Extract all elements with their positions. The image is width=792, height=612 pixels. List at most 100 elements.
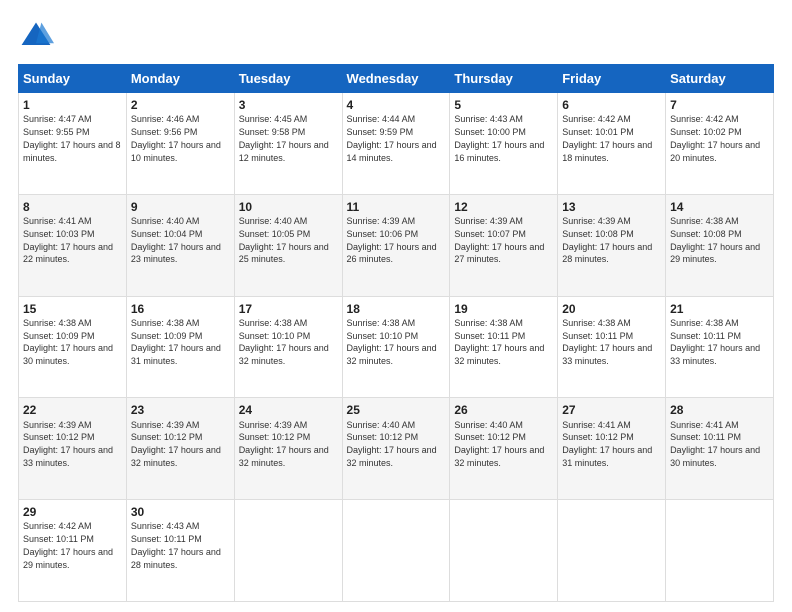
day-number: 29	[23, 504, 122, 520]
day-detail: Sunrise: 4:39 AM Sunset: 10:12 PM Daylig…	[131, 420, 221, 468]
day-number: 1	[23, 97, 122, 113]
calendar-cell: 21Sunrise: 4:38 AM Sunset: 10:11 PM Dayl…	[666, 296, 774, 398]
day-detail: Sunrise: 4:40 AM Sunset: 10:12 PM Daylig…	[347, 420, 437, 468]
day-detail: Sunrise: 4:39 AM Sunset: 10:07 PM Daylig…	[454, 216, 544, 264]
calendar-header-wednesday: Wednesday	[342, 65, 450, 93]
calendar-cell: 16Sunrise: 4:38 AM Sunset: 10:09 PM Dayl…	[126, 296, 234, 398]
calendar-header-saturday: Saturday	[666, 65, 774, 93]
day-detail: Sunrise: 4:38 AM Sunset: 10:11 PM Daylig…	[670, 318, 760, 366]
calendar-cell: 3Sunrise: 4:45 AM Sunset: 9:58 PM Daylig…	[234, 93, 342, 195]
day-detail: Sunrise: 4:38 AM Sunset: 10:10 PM Daylig…	[239, 318, 329, 366]
calendar-cell	[342, 500, 450, 602]
day-number: 21	[670, 301, 769, 317]
day-detail: Sunrise: 4:38 AM Sunset: 10:09 PM Daylig…	[131, 318, 221, 366]
calendar-week-row-1: 8Sunrise: 4:41 AM Sunset: 10:03 PM Dayli…	[19, 194, 774, 296]
day-detail: Sunrise: 4:43 AM Sunset: 10:11 PM Daylig…	[131, 521, 221, 569]
calendar-cell: 25 Sunrise: 4:40 AM Sunset: 10:12 PM Dayl…	[342, 398, 450, 500]
calendar-header-tuesday: Tuesday	[234, 65, 342, 93]
day-detail: Sunrise: 4:42 AM Sunset: 10:01 PM Daylig…	[562, 114, 652, 162]
day-number: 9	[131, 199, 230, 215]
day-number: 25	[347, 402, 446, 418]
logo-icon	[18, 18, 54, 54]
day-number: 12	[454, 199, 553, 215]
header	[18, 18, 774, 54]
calendar-cell: 5Sunrise: 4:43 AM Sunset: 10:00 PM Dayli…	[450, 93, 558, 195]
day-number: 22	[23, 402, 122, 418]
calendar-cell: 23 Sunrise: 4:39 AM Sunset: 10:12 PM Dayl…	[126, 398, 234, 500]
day-number: 14	[670, 199, 769, 215]
day-number: 3	[239, 97, 338, 113]
day-detail: Sunrise: 4:39 AM Sunset: 10:08 PM Daylig…	[562, 216, 652, 264]
day-number: 8	[23, 199, 122, 215]
calendar-cell: 8Sunrise: 4:41 AM Sunset: 10:03 PM Dayli…	[19, 194, 127, 296]
calendar-cell: 30Sunrise: 4:43 AM Sunset: 10:11 PM Dayl…	[126, 500, 234, 602]
day-number: 23	[131, 402, 230, 418]
day-number: 17	[239, 301, 338, 317]
calendar-cell: 18Sunrise: 4:38 AM Sunset: 10:10 PM Dayl…	[342, 296, 450, 398]
calendar-cell: 1Sunrise: 4:47 AM Sunset: 9:55 PM Daylig…	[19, 93, 127, 195]
day-detail: Sunrise: 4:38 AM Sunset: 10:10 PM Daylig…	[347, 318, 437, 366]
calendar-cell: 9Sunrise: 4:40 AM Sunset: 10:04 PM Dayli…	[126, 194, 234, 296]
day-detail: Sunrise: 4:41 AM Sunset: 10:12 PM Daylig…	[562, 420, 652, 468]
day-number: 11	[347, 199, 446, 215]
calendar-cell: 27 Sunrise: 4:41 AM Sunset: 10:12 PM Dayl…	[558, 398, 666, 500]
day-number: 28	[670, 402, 769, 418]
calendar-cell	[558, 500, 666, 602]
calendar-week-row-4: 29Sunrise: 4:42 AM Sunset: 10:11 PM Dayl…	[19, 500, 774, 602]
calendar-week-row-3: 22 Sunrise: 4:39 AM Sunset: 10:12 PM Dayl…	[19, 398, 774, 500]
calendar-cell: 14Sunrise: 4:38 AM Sunset: 10:08 PM Dayl…	[666, 194, 774, 296]
day-detail: Sunrise: 4:44 AM Sunset: 9:59 PM Dayligh…	[347, 114, 437, 162]
day-detail: Sunrise: 4:46 AM Sunset: 9:56 PM Dayligh…	[131, 114, 221, 162]
calendar-cell: 6Sunrise: 4:42 AM Sunset: 10:01 PM Dayli…	[558, 93, 666, 195]
day-number: 10	[239, 199, 338, 215]
day-number: 30	[131, 504, 230, 520]
day-detail: Sunrise: 4:42 AM Sunset: 10:02 PM Daylig…	[670, 114, 760, 162]
day-number: 2	[131, 97, 230, 113]
calendar-cell: 19Sunrise: 4:38 AM Sunset: 10:11 PM Dayl…	[450, 296, 558, 398]
day-number: 24	[239, 402, 338, 418]
calendar-cell	[234, 500, 342, 602]
day-number: 15	[23, 301, 122, 317]
day-detail: Sunrise: 4:39 AM Sunset: 10:06 PM Daylig…	[347, 216, 437, 264]
calendar-header-sunday: Sunday	[19, 65, 127, 93]
day-number: 18	[347, 301, 446, 317]
calendar-cell: 2Sunrise: 4:46 AM Sunset: 9:56 PM Daylig…	[126, 93, 234, 195]
calendar-cell	[666, 500, 774, 602]
calendar-cell: 29Sunrise: 4:42 AM Sunset: 10:11 PM Dayl…	[19, 500, 127, 602]
day-detail: Sunrise: 4:41 AM Sunset: 10:11 PM Daylig…	[670, 420, 760, 468]
calendar-header-monday: Monday	[126, 65, 234, 93]
calendar-cell	[450, 500, 558, 602]
day-detail: Sunrise: 4:38 AM Sunset: 10:11 PM Daylig…	[454, 318, 544, 366]
calendar-cell: 22Sunrise: 4:39 AM Sunset: 10:12 PM Dayl…	[19, 398, 127, 500]
day-detail: Sunrise: 4:40 AM Sunset: 10:04 PM Daylig…	[131, 216, 221, 264]
calendar-week-row-0: 1Sunrise: 4:47 AM Sunset: 9:55 PM Daylig…	[19, 93, 774, 195]
day-number: 20	[562, 301, 661, 317]
day-number: 7	[670, 97, 769, 113]
day-number: 5	[454, 97, 553, 113]
day-detail: Sunrise: 4:47 AM Sunset: 9:55 PM Dayligh…	[23, 114, 121, 162]
day-number: 19	[454, 301, 553, 317]
day-number: 6	[562, 97, 661, 113]
day-number: 16	[131, 301, 230, 317]
calendar-cell: 20Sunrise: 4:38 AM Sunset: 10:11 PM Dayl…	[558, 296, 666, 398]
calendar-cell: 17Sunrise: 4:38 AM Sunset: 10:10 PM Dayl…	[234, 296, 342, 398]
calendar-cell: 7Sunrise: 4:42 AM Sunset: 10:02 PM Dayli…	[666, 93, 774, 195]
day-detail: Sunrise: 4:38 AM Sunset: 10:11 PM Daylig…	[562, 318, 652, 366]
calendar-week-row-2: 15Sunrise: 4:38 AM Sunset: 10:09 PM Dayl…	[19, 296, 774, 398]
day-number: 27	[562, 402, 661, 418]
day-detail: Sunrise: 4:42 AM Sunset: 10:11 PM Daylig…	[23, 521, 113, 569]
day-detail: Sunrise: 4:38 AM Sunset: 10:08 PM Daylig…	[670, 216, 760, 264]
day-detail: Sunrise: 4:43 AM Sunset: 10:00 PM Daylig…	[454, 114, 544, 162]
day-detail: Sunrise: 4:40 AM Sunset: 10:12 PM Daylig…	[454, 420, 544, 468]
day-detail: Sunrise: 4:38 AM Sunset: 10:09 PM Daylig…	[23, 318, 113, 366]
calendar-table: SundayMondayTuesdayWednesdayThursdayFrid…	[18, 64, 774, 602]
calendar-cell: 10Sunrise: 4:40 AM Sunset: 10:05 PM Dayl…	[234, 194, 342, 296]
calendar-cell: 4Sunrise: 4:44 AM Sunset: 9:59 PM Daylig…	[342, 93, 450, 195]
day-detail: Sunrise: 4:41 AM Sunset: 10:03 PM Daylig…	[23, 216, 113, 264]
calendar-cell: 13Sunrise: 4:39 AM Sunset: 10:08 PM Dayl…	[558, 194, 666, 296]
calendar-header-row: SundayMondayTuesdayWednesdayThursdayFrid…	[19, 65, 774, 93]
day-detail: Sunrise: 4:45 AM Sunset: 9:58 PM Dayligh…	[239, 114, 329, 162]
logo	[18, 18, 60, 54]
page: SundayMondayTuesdayWednesdayThursdayFrid…	[0, 0, 792, 612]
day-detail: Sunrise: 4:39 AM Sunset: 10:12 PM Daylig…	[239, 420, 329, 468]
